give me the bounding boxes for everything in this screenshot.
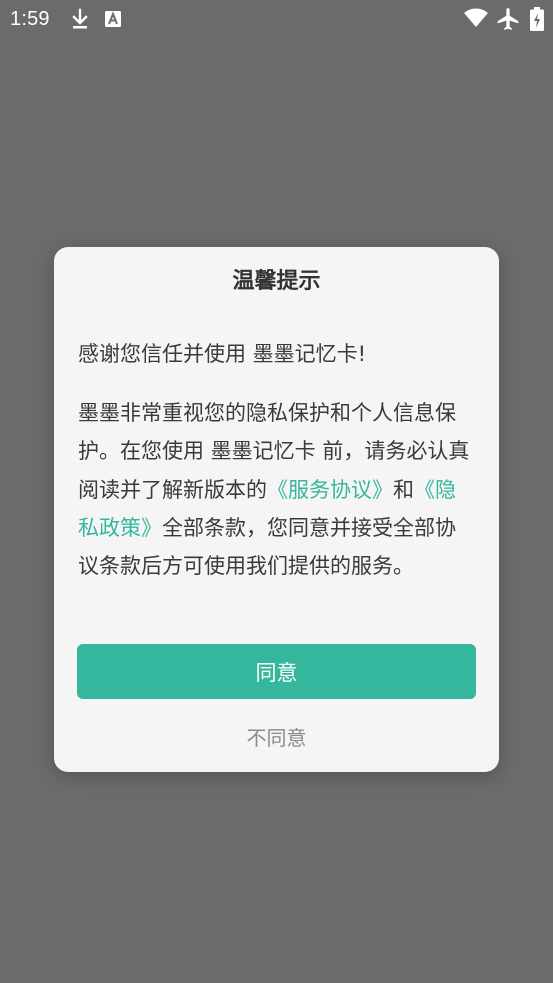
dialog-title: 温馨提示 <box>232 269 321 294</box>
battery-icon <box>530 7 544 31</box>
agree-button[interactable]: 同意 <box>77 644 476 699</box>
disagree-button[interactable]: 不同意 <box>177 718 376 754</box>
a-notification-icon <box>105 11 121 27</box>
service-agreement-link[interactable]: 《服务协议》 <box>267 478 393 502</box>
download-icon <box>72 8 88 29</box>
dialog-body: 墨墨非常重视您的隐私保护和个人信息保护。在您使用 墨墨记忆卡 前，请务必认真阅读… <box>78 394 476 585</box>
wifi-icon <box>464 8 488 27</box>
status-bar: 1:59 <box>0 0 553 38</box>
airplane-mode-icon <box>497 8 519 30</box>
status-time: 1:59 <box>10 8 50 30</box>
dialog-intro: 感谢您信任并使用 墨墨记忆卡! <box>78 342 367 366</box>
body-connector: 和 <box>393 477 414 502</box>
